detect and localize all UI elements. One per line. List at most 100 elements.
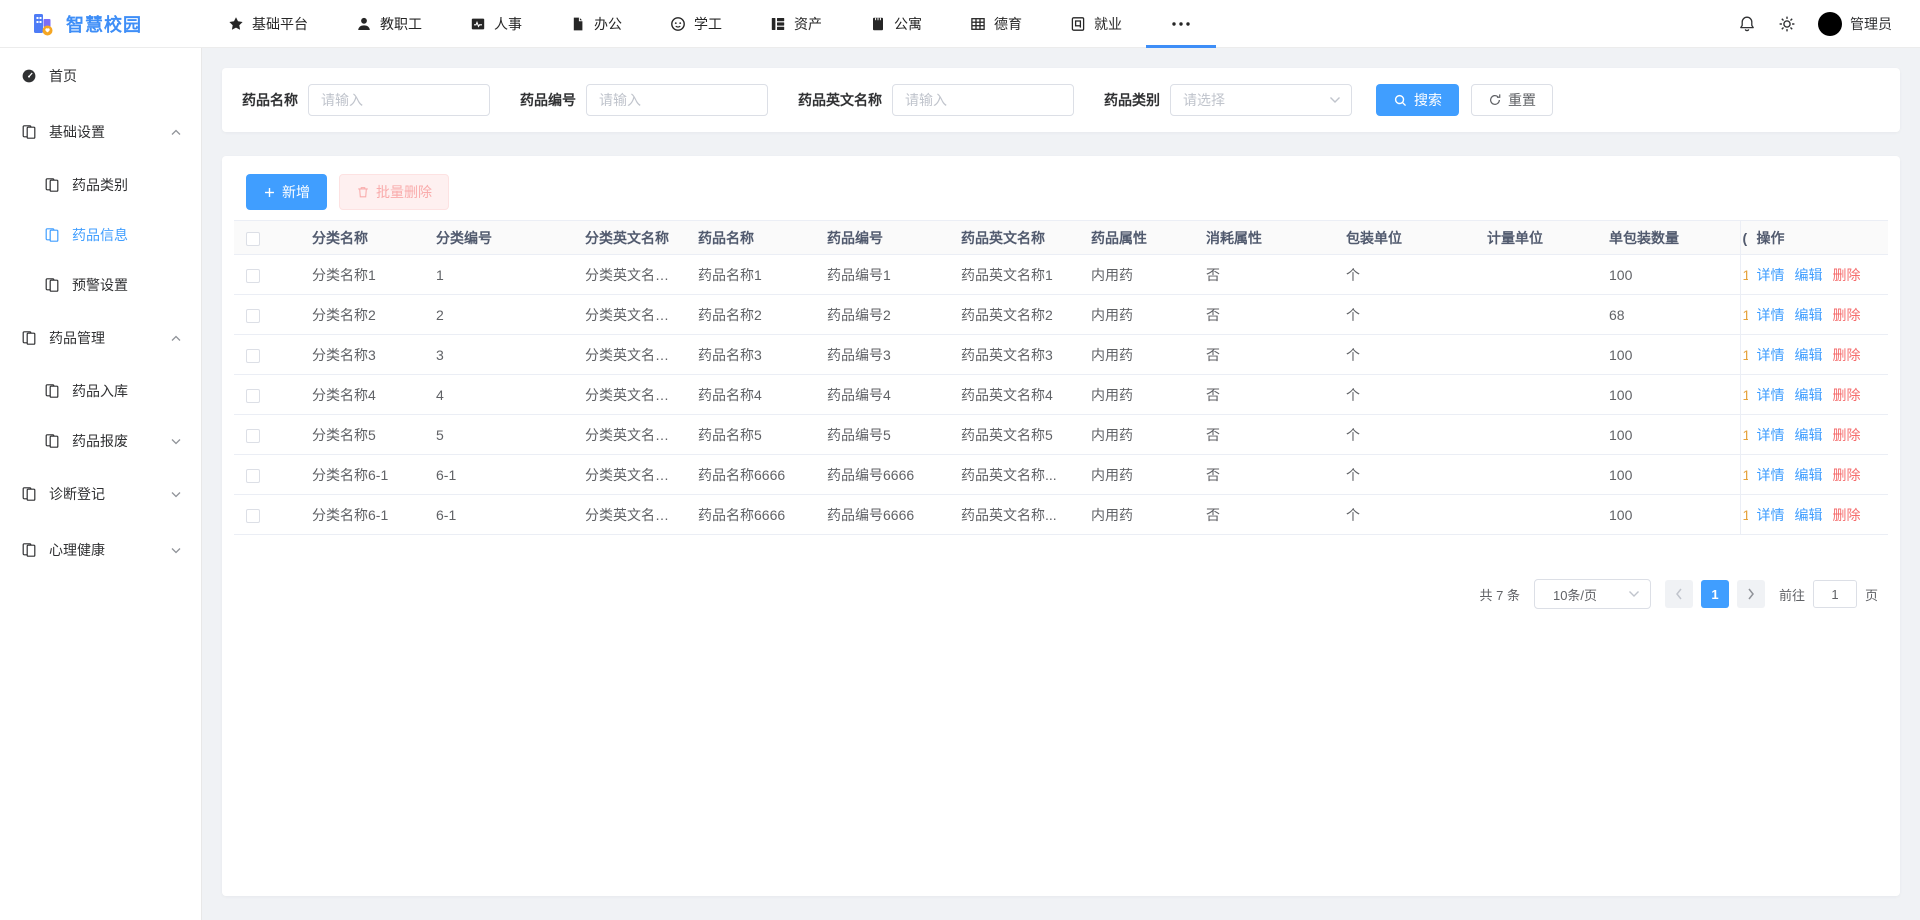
clipped-column-fragment: 1 [1743, 347, 1748, 363]
detail-link[interactable]: 详情 [1757, 427, 1785, 443]
document-icon [570, 16, 586, 32]
topnav-item-asset[interactable]: 资产 [746, 0, 846, 48]
sidebar-label: 药品入库 [72, 381, 181, 401]
settings-gear-icon[interactable] [1778, 15, 1796, 33]
grid-icon [970, 16, 986, 32]
topnav-item-employment[interactable]: 就业 [1046, 0, 1146, 48]
page-number-current[interactable]: 1 [1701, 580, 1729, 608]
edit-link[interactable]: 编辑 [1795, 307, 1823, 323]
sidebar-item-drug-scrap[interactable]: 药品报废 [0, 416, 201, 466]
delete-link[interactable]: 删除 [1833, 387, 1861, 403]
table-cell [1475, 455, 1597, 495]
chevron-left-icon [1675, 588, 1683, 600]
detail-link[interactable]: 详情 [1757, 467, 1785, 483]
topnav-item-hr[interactable]: 人事 [446, 0, 546, 48]
row-checkbox[interactable] [246, 469, 260, 483]
topnav-item-platform[interactable]: 基础平台 [204, 0, 332, 48]
prev-page-button[interactable] [1665, 580, 1693, 608]
table-cell: 分类名称5 [300, 415, 424, 455]
table-cell: 个 [1334, 455, 1475, 495]
delete-link[interactable]: 删除 [1833, 307, 1861, 323]
sidebar-item-diagnosis[interactable]: 诊断登记 [0, 466, 201, 522]
row-checkbox[interactable] [246, 389, 260, 403]
delete-link[interactable]: 删除 [1833, 507, 1861, 523]
filter-drug-category: 药品类别 请选择 [1104, 84, 1352, 116]
row-checkbox[interactable] [246, 349, 260, 363]
table-cell: 内用药 [1079, 415, 1194, 455]
edit-link[interactable]: 编辑 [1795, 467, 1823, 483]
edit-link[interactable]: 编辑 [1795, 267, 1823, 283]
table-cell [1475, 255, 1597, 295]
sidebar-label: 心理健康 [49, 540, 159, 560]
sidebar-item-drug-info[interactable]: 药品信息 [0, 210, 201, 260]
topnav-item-staff[interactable]: 教职工 [332, 0, 446, 48]
detail-link[interactable]: 详情 [1757, 267, 1785, 283]
table-cell: 分类名称6-1 [300, 455, 424, 495]
table-cell: 药品编号6666 [815, 495, 949, 535]
operation-column-header: (操作 [1740, 221, 1888, 255]
sidebar-item-drug-inbound[interactable]: 药品入库 [0, 366, 201, 416]
page-size-value: 10条/页 [1553, 585, 1597, 604]
sidebar-item-mental-health[interactable]: 心理健康 [0, 522, 201, 578]
pages-icon [21, 124, 37, 140]
batch-delete-button[interactable]: 批量删除 [339, 174, 449, 210]
sidebar-item-drug-management[interactable]: 药品管理 [0, 310, 201, 366]
sidebar-item-basic-settings[interactable]: 基础设置 [0, 104, 201, 160]
search-button[interactable]: 搜索 [1376, 84, 1459, 116]
delete-link[interactable]: 删除 [1833, 467, 1861, 483]
table-cell [1475, 295, 1597, 335]
select-all-checkbox[interactable] [246, 232, 260, 246]
table-row: 分类名称44分类英文名称4药品名称4药品编号4药品英文名称4内用药否个1001详… [234, 375, 1888, 415]
reset-button[interactable]: 重置 [1471, 84, 1553, 116]
clipped-column-fragment: ( [1743, 230, 1748, 246]
row-checkbox[interactable] [246, 509, 260, 523]
detail-link[interactable]: 详情 [1757, 347, 1785, 363]
topnav-item-office[interactable]: 办公 [546, 0, 646, 48]
sidebar-item-drug-category[interactable]: 药品类别 [0, 160, 201, 210]
delete-link[interactable]: 删除 [1833, 267, 1861, 283]
delete-link[interactable]: 删除 [1833, 427, 1861, 443]
table-cell: 内用药 [1079, 335, 1194, 375]
drug-code-input[interactable] [586, 84, 768, 116]
sidebar-label: 药品类别 [72, 175, 181, 195]
table-cell: 否 [1194, 295, 1334, 335]
row-checkbox[interactable] [246, 309, 260, 323]
topnav-item-moral[interactable]: 德育 [946, 0, 1046, 48]
edit-link[interactable]: 编辑 [1795, 347, 1823, 363]
drug-name-input[interactable] [308, 84, 490, 116]
edit-link[interactable]: 编辑 [1795, 507, 1823, 523]
table-cell: 药品编号4 [815, 375, 949, 415]
header-actions: 管理员 [1738, 12, 1920, 36]
edit-link[interactable]: 编辑 [1795, 427, 1823, 443]
clipped-column-fragment: 1 [1743, 427, 1748, 443]
pages-icon [44, 383, 60, 399]
table-cell: 药品英文名称3 [949, 335, 1079, 375]
sidebar-label: 预警设置 [72, 275, 181, 295]
goto-page-input[interactable] [1813, 580, 1857, 608]
topnav-item-more[interactable] [1146, 0, 1216, 48]
topnav-item-student[interactable]: 学工 [646, 0, 746, 48]
sidebar-item-warning-settings[interactable]: 预警设置 [0, 260, 201, 310]
clipped-column-fragment: 1 [1743, 467, 1748, 483]
table-cell [1475, 415, 1597, 455]
topnav-item-apartment[interactable]: 公寓 [846, 0, 946, 48]
page-size-select[interactable]: 10条/页 [1534, 579, 1651, 609]
user-menu[interactable]: 管理员 [1818, 12, 1892, 36]
next-page-button[interactable] [1737, 580, 1765, 608]
add-button[interactable]: 新增 [246, 174, 327, 210]
drug-english-name-input[interactable] [892, 84, 1074, 116]
drug-category-select[interactable]: 请选择 [1170, 84, 1352, 116]
row-checkbox[interactable] [246, 429, 260, 443]
edit-link[interactable]: 编辑 [1795, 387, 1823, 403]
delete-link[interactable]: 删除 [1833, 347, 1861, 363]
detail-link[interactable]: 详情 [1757, 387, 1785, 403]
notification-bell-icon[interactable] [1738, 15, 1756, 33]
row-checkbox[interactable] [246, 269, 260, 283]
detail-link[interactable]: 详情 [1757, 307, 1785, 323]
sidebar-item-home[interactable]: 首页 [0, 48, 201, 104]
sidebar-label: 诊断登记 [49, 484, 159, 504]
table-cell: 分类英文名称1 [573, 255, 686, 295]
table-cell: 1 [424, 255, 573, 295]
detail-link[interactable]: 详情 [1757, 507, 1785, 523]
notebook-icon [870, 16, 886, 32]
